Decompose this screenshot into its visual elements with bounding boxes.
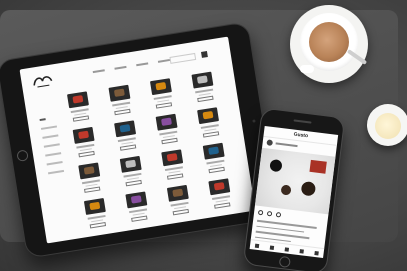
product-tile [73,162,107,194]
username [275,142,298,148]
add-icon [284,246,290,252]
cup-handle [300,65,314,73]
product-tile [192,106,226,138]
product-image [108,84,131,102]
phone-screen: Gusto [249,125,339,259]
sidebar-menu [39,117,66,182]
product-button [166,173,184,180]
comment-icon [266,210,273,217]
product-tile [79,197,113,229]
product-tile [203,178,237,210]
product-image [83,198,106,215]
product-button [197,95,214,103]
tablet [0,21,280,259]
search-icon [269,245,275,250]
photo-cup [269,158,283,173]
product-button [214,202,231,209]
sidebar-item [40,125,58,130]
product-tile [109,120,143,152]
product-tile [151,113,185,145]
post-actions [257,209,282,218]
product-tile [162,184,196,216]
product-button [72,115,90,122]
sidebar-item [43,143,60,148]
product-tile [120,191,154,223]
post-photo [254,147,336,215]
product-button [78,150,95,158]
coffee-cup [300,13,358,71]
product-button [114,108,131,116]
heart-icon [299,248,304,254]
sidebar-item [47,169,65,175]
product-tile [68,126,102,158]
cart-icon [201,51,208,58]
product-button [161,137,178,145]
product-image [202,142,225,160]
search-field [169,52,197,64]
sidebar-item [46,161,63,166]
sidebar-item [39,118,46,122]
milk [375,113,401,139]
product-button [119,144,137,151]
product-tile [187,71,221,103]
product-tile [198,142,232,174]
photo-cup [300,180,317,197]
photo-scene: Gusto [0,0,407,271]
product-image [78,162,101,180]
heart-icon [257,209,264,216]
product-tile [156,149,190,181]
product-button [131,215,148,222]
product-image [125,191,148,209]
nav-link [92,69,105,74]
product-image [166,184,189,202]
product-tile [62,91,96,123]
product-tile [104,84,138,116]
product-button [84,186,101,193]
product-image [161,149,184,167]
product-button [89,222,107,229]
avatar [266,139,274,147]
product-button [202,131,220,138]
nav-link [114,65,127,70]
product-image [72,126,95,144]
product-image [197,107,220,125]
smartphone: Gusto [242,107,346,271]
photo-cup [280,184,292,196]
product-image [67,91,89,109]
site-nav [92,58,171,74]
home-icon [255,243,260,248]
profile-icon [313,250,319,255]
sidebar-item [45,152,62,157]
tablet-screen [19,36,256,244]
coffee-saucer [290,5,368,83]
sidebar-item [42,134,59,139]
photo-package [309,159,327,174]
product-image [208,178,231,196]
product-button [155,102,173,109]
product-tile [145,77,179,109]
product-image [114,120,137,138]
nav-link [136,62,149,67]
product-button [208,166,225,174]
product-image [119,155,142,173]
milk-cup [367,104,407,146]
product-image [155,113,178,131]
share-icon [275,212,282,218]
coffee [309,22,349,62]
nav-link [157,58,171,63]
product-image [149,78,172,96]
product-image [191,71,214,89]
product-button [125,179,142,187]
site-logo [33,76,53,88]
product-tile [115,155,149,187]
product-button [172,208,190,216]
